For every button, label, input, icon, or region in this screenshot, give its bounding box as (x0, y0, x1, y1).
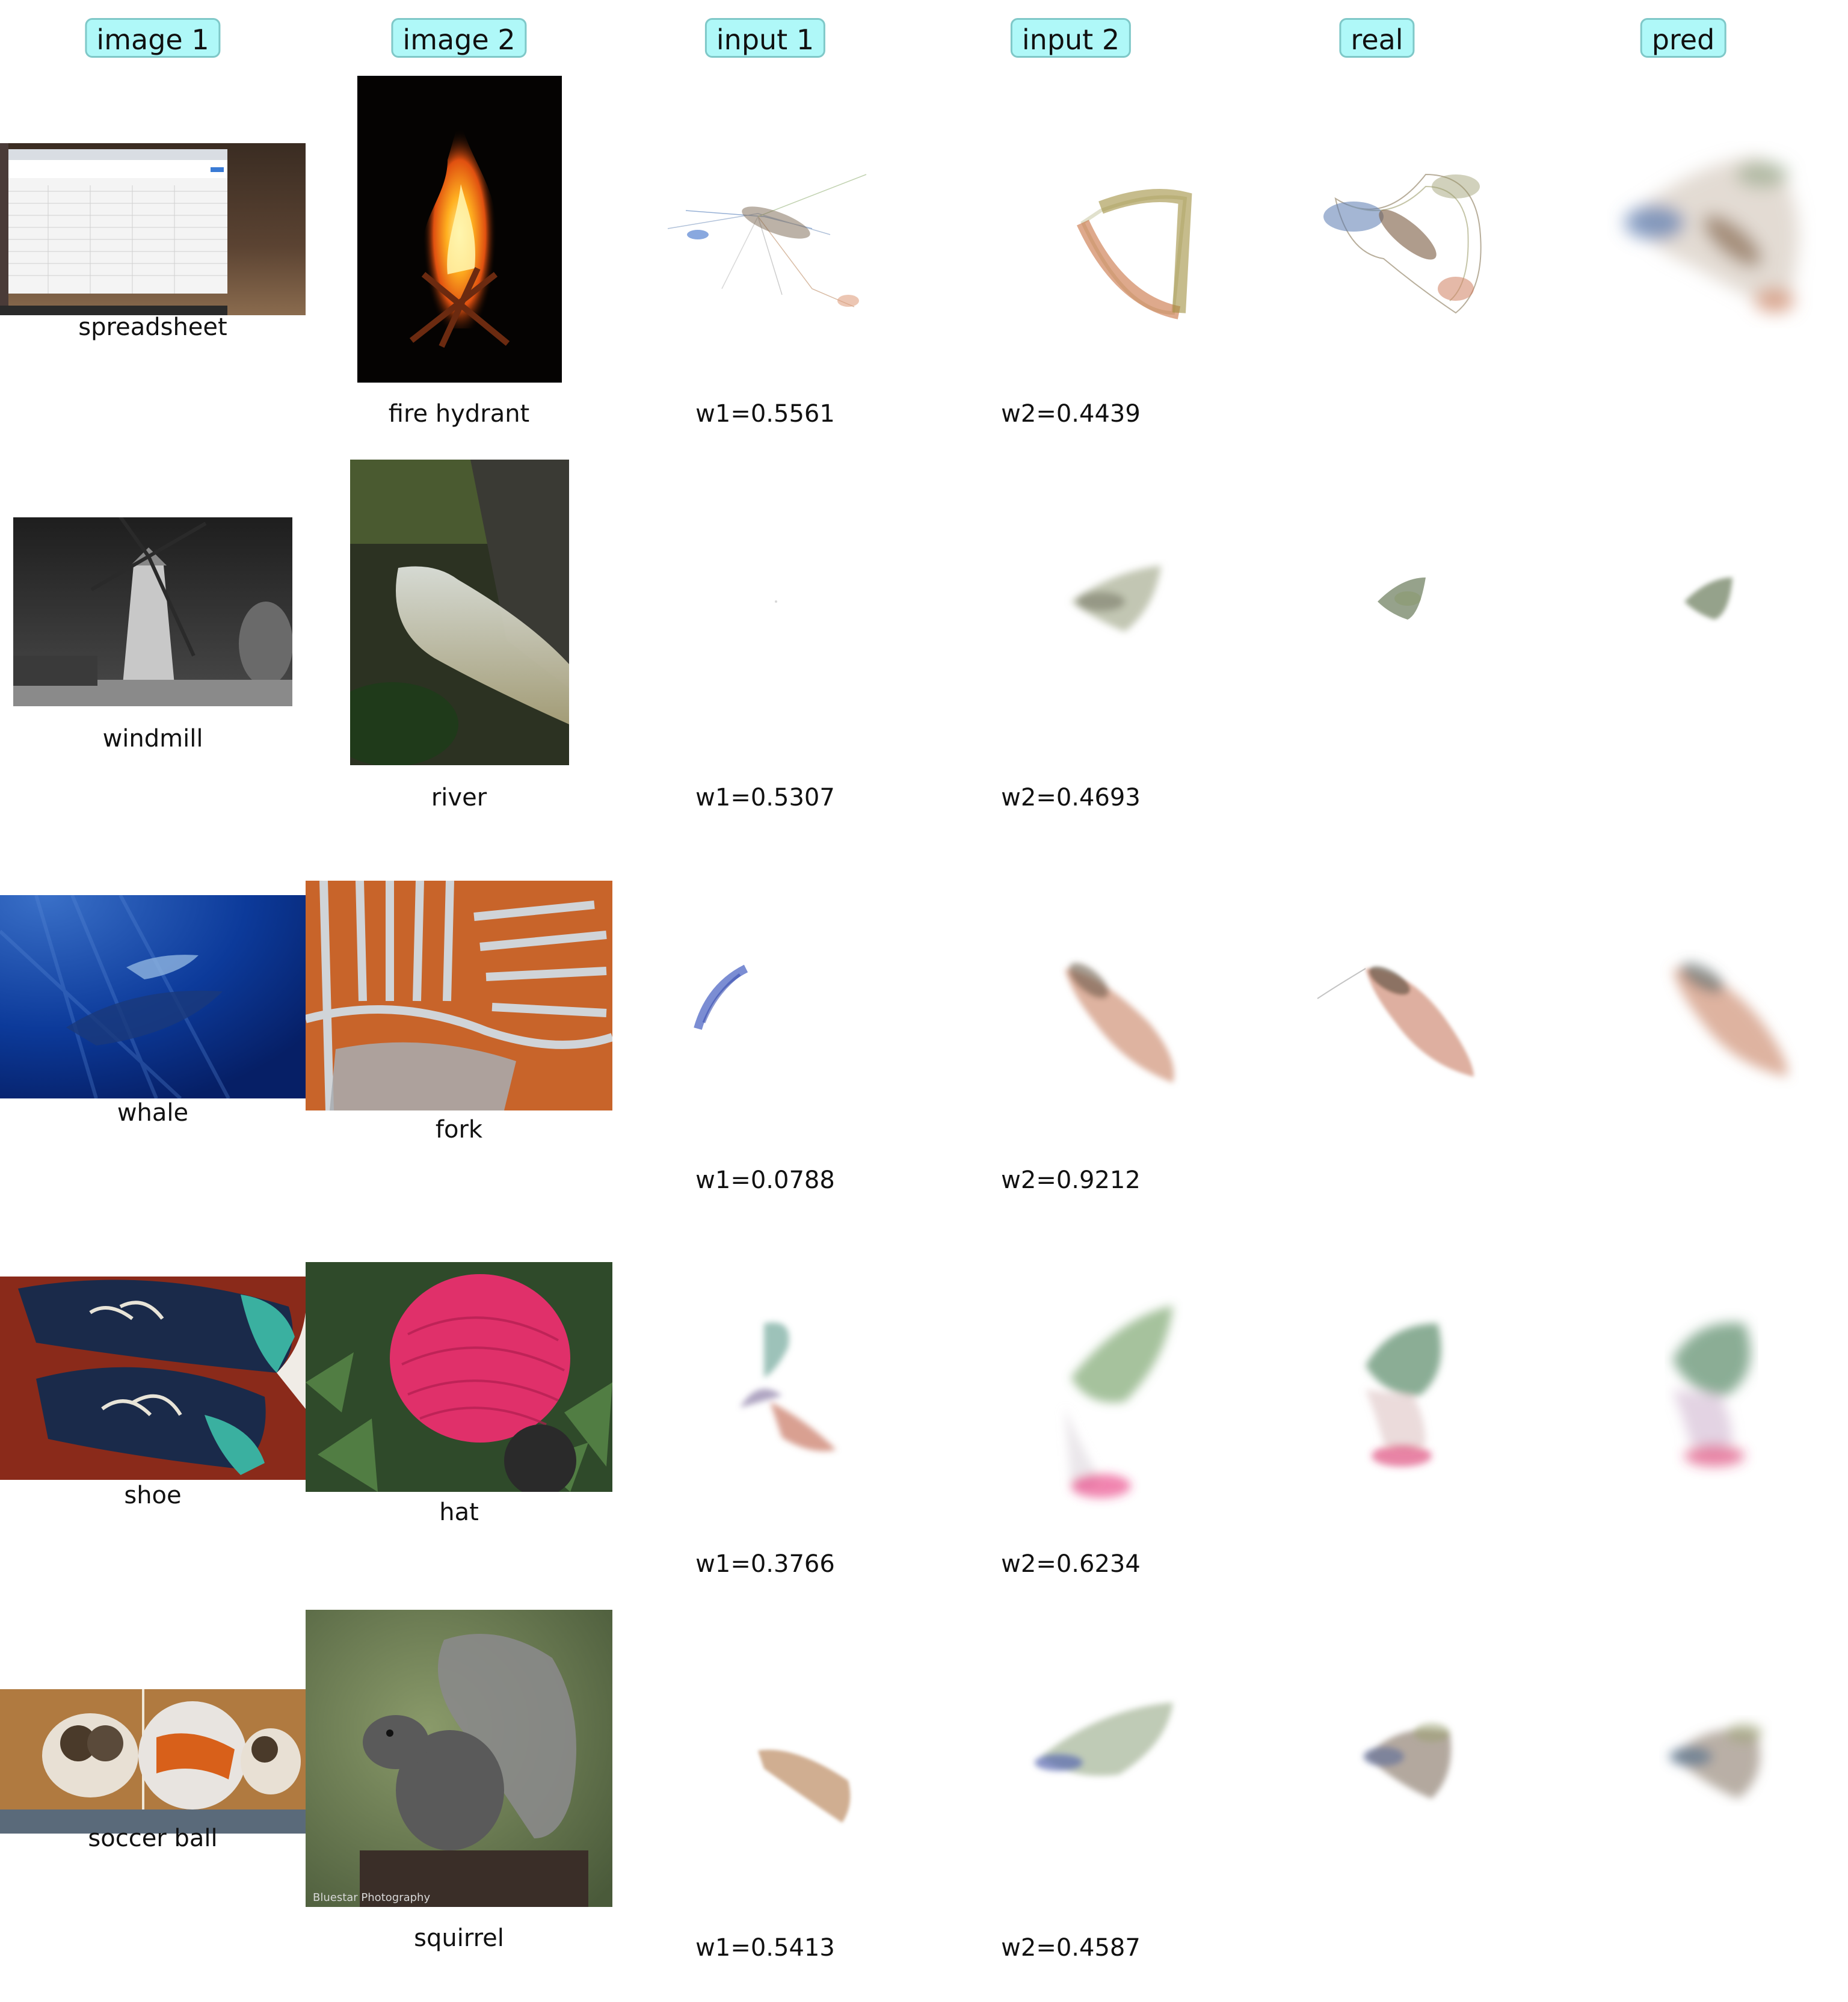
image1-caption: spreadsheet (78, 313, 227, 341)
input2-plot (920, 866, 1221, 1125)
pred-plot (1534, 1642, 1835, 1901)
fork-image (306, 881, 612, 1110)
input1-plot (614, 866, 914, 1125)
pred-plot (1534, 1257, 1835, 1516)
windmill-image (13, 517, 292, 706)
image2-caption: river (431, 784, 487, 812)
real-plot (1227, 866, 1528, 1125)
header-input-2: input 2 (1010, 18, 1132, 58)
input2-plot (920, 108, 1221, 367)
pred-plot (1534, 481, 1835, 740)
input1-plot (614, 1642, 914, 1901)
input1-plot (614, 1257, 914, 1516)
input1-plot (614, 481, 914, 740)
input2-plot (920, 1257, 1221, 1516)
pred-plot (1534, 866, 1835, 1125)
header-input-1: input 1 (704, 18, 826, 58)
input2-plot (920, 481, 1221, 740)
shoe-image (0, 1277, 306, 1480)
squirrel-image: Bluestar Photography (306, 1610, 612, 1907)
hat-image (306, 1262, 612, 1492)
real-plot (1227, 1642, 1528, 1901)
real-plot (1227, 481, 1528, 740)
real-plot (1227, 1257, 1528, 1516)
input1-plot (614, 108, 914, 367)
w1-label: w1=0.5307 (695, 784, 835, 812)
image1-caption: shoe (124, 1482, 182, 1509)
w1-label: w1=0.3766 (695, 1550, 835, 1578)
w1-label: w1=0.5561 (695, 400, 835, 428)
image2-caption: hat (439, 1498, 479, 1526)
photo-watermark: Bluestar Photography (313, 1891, 430, 1904)
w2-label: w2=0.6234 (1001, 1550, 1141, 1578)
header-pred: pred (1640, 18, 1726, 58)
header-image-1: image 1 (85, 18, 221, 58)
fire-image (357, 76, 562, 383)
river-image (350, 460, 569, 765)
w2-label: w2=0.4693 (1001, 784, 1141, 812)
w2-label: w2=0.4439 (1001, 400, 1141, 428)
image1-caption: soccer ball (88, 1825, 218, 1852)
pred-plot (1534, 108, 1835, 367)
spreadsheet-image (0, 143, 306, 315)
image2-caption: fire hydrant (388, 400, 530, 428)
w1-label: w1=0.0788 (695, 1166, 835, 1194)
image2-caption: fork (435, 1116, 483, 1144)
cat-ball-image (0, 1689, 306, 1834)
w2-label: w2=0.9212 (1001, 1166, 1141, 1194)
whale-image (0, 895, 306, 1098)
input2-plot (920, 1642, 1221, 1901)
header-real: real (1339, 18, 1415, 58)
w1-label: w1=0.5413 (695, 1934, 835, 1962)
image1-caption: whale (117, 1099, 189, 1127)
real-plot (1227, 108, 1528, 367)
image1-caption: windmill (102, 725, 203, 753)
image2-caption: squirrel (414, 1924, 504, 1952)
header-image-2: image 2 (391, 18, 527, 58)
w2-label: w2=0.4587 (1001, 1934, 1141, 1962)
